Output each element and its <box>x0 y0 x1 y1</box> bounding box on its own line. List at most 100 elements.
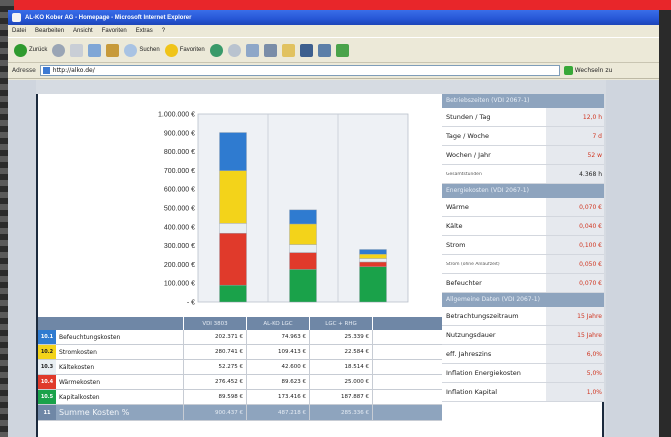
panel-row-value[interactable]: 0,070 € <box>546 198 604 216</box>
print-icon[interactable] <box>263 43 277 57</box>
panel-row-value[interactable]: 6,0% <box>546 345 604 363</box>
panel-row-label: Kälte <box>446 222 463 230</box>
cell-value: 22.584 € <box>310 345 373 359</box>
section-header-energiekosten: Energiekosten (VDI 2067-1) <box>442 184 604 198</box>
bar-segment <box>359 258 387 263</box>
cell-value: 280.741 € <box>184 345 247 359</box>
menu-item-help[interactable]: ? <box>162 28 165 34</box>
stacked-bar-chart: 1.000.000 € 900.000 € 800.000 € 700.000 € 60… <box>158 112 409 307</box>
page-content: 1.000.000 € 900.000 € 800.000 € 700.000 € 60… <box>8 80 659 437</box>
panel-row-value[interactable]: 1,0% <box>546 383 604 401</box>
y-tick-label: 400.000 € <box>164 224 195 231</box>
section-header-betriebszeiten: Betriebszeiten (VDI 2067-1) <box>442 94 604 108</box>
panel-row: Wochen / Jahr 52 w <box>442 146 604 165</box>
cell-value: 276.452 € <box>184 375 247 389</box>
history-icon[interactable] <box>227 43 241 57</box>
media-icon[interactable] <box>209 43 223 57</box>
y-tick-label: - € <box>187 300 195 307</box>
toolbar: Zurück Suchen Favoriten <box>8 37 659 63</box>
panel-row-value[interactable]: 52 w <box>546 146 604 164</box>
sum-value: 285.336 € <box>310 405 373 420</box>
table-row: 10.2 Stromkosten 280.741 € 109.413 € 22.… <box>38 345 442 360</box>
bar-segment <box>359 266 387 303</box>
row-label: Befeuchtungskosten <box>56 330 184 344</box>
sum-row: 11 Summe Kosten % 900.437 € 487.218 € 28… <box>38 405 442 421</box>
bar-segment <box>219 284 247 303</box>
star-icon <box>164 43 178 57</box>
bar-segment <box>289 244 317 253</box>
panel-row-label: Betrachtungszeitraum <box>446 312 519 320</box>
bar-segment <box>359 254 387 259</box>
cost-chart: 1.000.000 € 900.000 € 800.000 € 700.000 € 60… <box>38 94 442 316</box>
panel-row-value[interactable]: 12,0 h <box>546 108 604 126</box>
address-bar: Adresse http://alko.de/ Wechseln zu <box>8 63 659 79</box>
y-tick-label: 600.000 € <box>164 187 195 194</box>
menu-item-bearbeiten[interactable]: Bearbeiten <box>35 28 64 34</box>
window-title: AL-KO Kober AG - Homepage - Microsoft In… <box>25 14 192 21</box>
panel-row: Kälte 0,040 € <box>442 217 604 236</box>
panel-row-value[interactable]: 0,050 € <box>546 255 604 273</box>
y-tick-label: 800.000 € <box>164 149 195 156</box>
row-key: 10.2 <box>38 345 56 359</box>
panel-row-value[interactable]: 7 d <box>546 127 604 145</box>
row-key: 10.4 <box>38 375 56 389</box>
cell-value: 173.416 € <box>247 390 310 404</box>
search-icon <box>124 43 138 57</box>
panel-row-label: Befeuchter <box>446 279 482 287</box>
panel-row: Gesamtstunden 4.368 h <box>442 165 604 184</box>
discuss-icon[interactable] <box>317 43 331 57</box>
browser-window: AL-KO Kober AG - Homepage - Microsoft In… <box>8 10 659 437</box>
messenger-icon[interactable] <box>335 43 349 57</box>
panel-row: Inflation Energiekosten 5,0% <box>442 364 604 383</box>
search-button[interactable]: Suchen <box>124 43 160 57</box>
address-input[interactable]: http://alko.de/ <box>39 65 560 76</box>
back-button[interactable]: Zurück <box>14 43 47 57</box>
panel-row-value[interactable]: 5,0% <box>546 364 604 382</box>
go-button[interactable]: Wechseln zu <box>563 66 612 75</box>
column-header: LGC + RHG <box>310 317 373 330</box>
panel-row-label: Stunden / Tag <box>446 113 491 121</box>
menu-bar: Datei Bearbeiten Ansicht Favoriten Extra… <box>8 25 659 37</box>
menu-item-favoriten[interactable]: Favoriten <box>102 28 127 34</box>
column-header: VDI 3803 <box>184 317 247 330</box>
cost-table: VDI 3803 AL-KO LGC LGC + RHG 10.1 Befeuc… <box>38 317 442 437</box>
row-label: Stromkosten <box>56 345 184 359</box>
row-key: 11 <box>38 405 56 420</box>
menu-item-ansicht[interactable]: Ansicht <box>73 28 93 34</box>
y-tick-label: 900.000 € <box>164 130 195 137</box>
forward-arrow-icon[interactable] <box>52 43 66 57</box>
column-header: AL-KO LGC <box>247 317 310 330</box>
panel-row-value[interactable]: 0,040 € <box>546 217 604 235</box>
bar-segment <box>289 252 317 270</box>
home-icon[interactable] <box>106 43 120 57</box>
y-tick-label: 300.000 € <box>164 243 195 250</box>
edit-icon[interactable] <box>299 43 313 57</box>
panel-row-label: eff. Jahreszins <box>446 350 492 358</box>
panel-row-value[interactable]: 15 Jahre <box>546 307 604 325</box>
back-arrow-icon <box>14 43 27 57</box>
panel-row: Wärme 0,070 € <box>442 198 604 217</box>
favorites-button[interactable]: Favoriten <box>164 43 205 57</box>
panel-row-label: Strom <box>446 241 466 249</box>
panel-row-label: Inflation Energiekosten <box>446 369 521 377</box>
sum-value: 900.437 € <box>184 405 247 420</box>
panel-row-value[interactable]: 0,070 € <box>546 274 604 292</box>
folder-icon[interactable] <box>281 43 295 57</box>
panel-row-value[interactable]: 0,100 € <box>546 236 604 254</box>
panel-row: Nutzungsdauer 15 Jahre <box>442 326 604 345</box>
mail-icon[interactable] <box>245 43 259 57</box>
cell-value: 25.000 € <box>310 375 373 389</box>
cell-value: 89.598 € <box>184 390 247 404</box>
menu-item-datei[interactable]: Datei <box>12 28 26 34</box>
cell-value: 187.887 € <box>310 390 373 404</box>
search-label: Suchen <box>139 47 160 53</box>
table-row: 10.4 Wärmekosten 276.452 € 89.623 € 25.0… <box>38 375 442 390</box>
bar-segment <box>219 132 247 171</box>
table-row: 10.1 Befeuchtungskosten 202.371 € 74.963… <box>38 330 442 345</box>
menu-item-extras[interactable]: Extras <box>136 28 153 34</box>
y-tick-label: 1.000.000 € <box>158 112 195 119</box>
stop-icon[interactable] <box>70 43 84 57</box>
panel-row-value[interactable]: 15 Jahre <box>546 326 604 344</box>
panel-row: Stunden / Tag 12,0 h <box>442 108 604 127</box>
refresh-icon[interactable] <box>88 43 102 57</box>
